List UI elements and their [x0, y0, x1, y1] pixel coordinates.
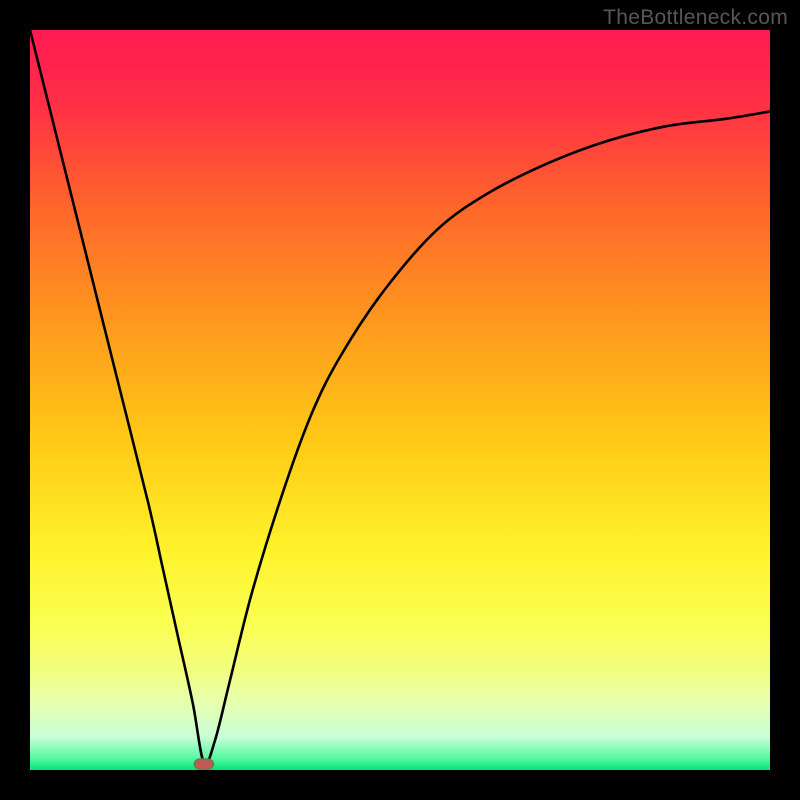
watermark-text: TheBottleneck.com — [603, 6, 788, 30]
minimum-marker — [194, 759, 213, 769]
chart-frame: TheBottleneck.com — [0, 0, 800, 800]
chart-svg — [30, 30, 770, 770]
plot-area — [30, 30, 770, 770]
bottleneck-curve — [30, 30, 770, 764]
